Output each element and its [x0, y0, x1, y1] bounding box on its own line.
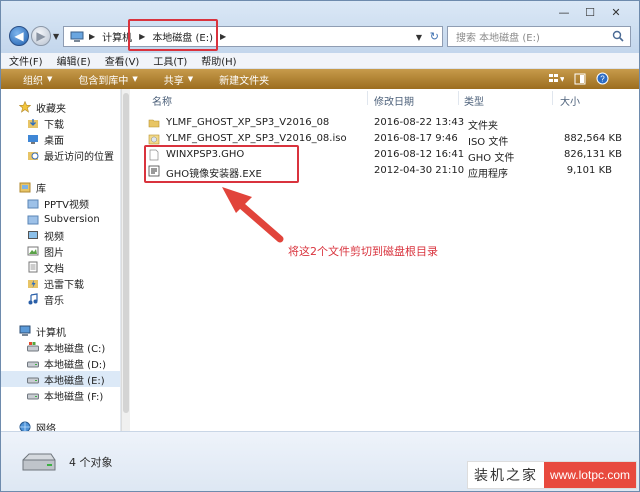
sidebar-item-label: Subversion [44, 213, 100, 225]
sidebar-item-label: 音乐 [44, 295, 64, 307]
star-icon [19, 101, 31, 113]
menu-file[interactable]: 文件(F) [9, 53, 43, 68]
sidebar-item-label: 文档 [44, 263, 64, 275]
sidebar-item-label: 本地磁盘 (E:) [44, 375, 105, 387]
organize-label: 组织 [23, 75, 43, 87]
back-button[interactable]: ◀ [9, 26, 29, 46]
sidebar-item-label: 本地磁盘 (C:) [44, 343, 106, 355]
library-folder-icon [27, 199, 39, 209]
help-icon[interactable]: ? [596, 72, 609, 85]
minimize-button[interactable]: — [551, 4, 577, 20]
menu-edit[interactable]: 编辑(E) [57, 53, 91, 68]
command-toolbar: 组织▼ 包含到库中▼ 共享▼ 新建文件夹 ▼ ? [1, 69, 639, 89]
drive-icon [27, 377, 39, 384]
back-arrow-icon: ◀ [14, 29, 24, 43]
svg-text:?: ? [600, 75, 605, 84]
music-note-icon [28, 293, 38, 305]
file-list: 名称 修改日期 类型 大小 YLMF_GHOST_XP_SP3_V2016_08… [130, 89, 639, 431]
explorer-window: — ☐ ✕ ◀ ▶ ▼ ▶ 计算机 ▶ 本地磁盘 (E:) ▶ ▼ ↻ 搜索 本… [0, 0, 640, 492]
address-highlight-box [128, 19, 218, 51]
desktop-icon [28, 135, 38, 144]
caret-down-icon: ▼ [132, 75, 138, 83]
library-folder-icon [27, 215, 39, 225]
scrollbar-thumb[interactable] [123, 93, 129, 413]
watermark-logo: 装机之家 www.lotpc.com [466, 461, 637, 489]
address-bar[interactable]: ▶ 计算机 ▶ 本地磁盘 (E:) ▶ ▼ ↻ [63, 26, 443, 47]
title-bar: — ☐ ✕ ◀ ▶ ▼ ▶ 计算机 ▶ 本地磁盘 (E:) ▶ ▼ ↻ 搜索 本… [1, 1, 639, 53]
caret-down-icon: ▼ [187, 75, 194, 83]
sidebar-item-label: 下载 [44, 119, 64, 131]
drive-icon [27, 393, 39, 400]
history-dropdown-icon[interactable]: ▼ [53, 32, 59, 41]
organize-button[interactable]: 组织 ▼ [23, 72, 52, 87]
navigation-pane: 收藏夹 下载 桌面 最近访问的位置 库 PPTV视频 Subversion 视频… [1, 89, 121, 435]
watermark-site-name: 装机之家 [473, 468, 538, 484]
thunder-download-icon [28, 280, 38, 288]
watermark-url: www.lotpc.com [543, 462, 636, 488]
drive-large-icon [22, 453, 56, 471]
breadcrumb-separator-icon[interactable]: ▶ [217, 32, 229, 41]
window-controls: — ☐ ✕ [551, 4, 629, 20]
include-library-button[interactable]: 包含到库中 ▼ [78, 72, 137, 87]
annotation-arrow-icon [222, 187, 284, 243]
svg-text:▼: ▼ [560, 76, 564, 83]
sidebar-item-label: 桌面 [44, 135, 64, 147]
sidebar-libraries-label: 库 [36, 183, 46, 195]
menu-tools[interactable]: 工具(T) [153, 53, 187, 68]
new-folder-button[interactable]: 新建文件夹 [219, 72, 269, 87]
address-dropdown-icon[interactable]: ▼ [416, 33, 422, 42]
sidebar-item-label: 视频 [44, 231, 64, 243]
forward-button[interactable]: ▶ [31, 26, 51, 46]
documents-icon [28, 261, 38, 273]
computer-small-icon [64, 27, 86, 46]
preview-pane-icon[interactable] [574, 73, 586, 85]
include-library-label: 包含到库中 [78, 75, 129, 87]
share-label: 共享 [163, 75, 184, 87]
video-icon [28, 231, 38, 239]
sidebar-favorites-label: 收藏夹 [36, 103, 66, 115]
maximize-button[interactable]: ☐ [577, 4, 603, 20]
view-controls: ▼ ? [548, 72, 609, 85]
pictures-icon [27, 246, 39, 256]
menu-bar: 文件(F) 编辑(E) 查看(V) 工具(T) 帮助(H) [1, 53, 639, 69]
annotation-text: 将这2个文件剪切到磁盘根目录 [288, 245, 438, 258]
search-icon[interactable] [612, 30, 624, 42]
view-options-icon[interactable]: ▼ [548, 73, 564, 85]
sidebar-item-label: 最近访问的位置 [44, 151, 114, 163]
downloads-folder-icon [28, 119, 38, 128]
sidebar-item-label: 本地磁盘 (D:) [44, 359, 107, 371]
caret-down-icon: ▼ [47, 75, 53, 83]
search-placeholder: 搜索 本地磁盘 (E:) [456, 33, 540, 44]
object-count: 4 个对象 [69, 456, 113, 469]
windows-drive-icon [27, 342, 39, 352]
breadcrumb-separator-icon[interactable]: ▶ [86, 32, 98, 41]
recent-places-icon [28, 152, 39, 160]
sidebar-item-label: 迅雷下载 [44, 279, 84, 291]
share-button[interactable]: 共享 ▼ [164, 72, 193, 87]
refresh-icon[interactable]: ↻ [430, 30, 439, 43]
sidebar-item-label: 本地磁盘 (F:) [44, 391, 104, 403]
sidebar-scrollbar[interactable] [121, 89, 130, 431]
forward-arrow-icon: ▶ [36, 29, 46, 43]
library-icon [19, 182, 31, 193]
menu-help[interactable]: 帮助(H) [201, 53, 236, 68]
sidebar-item-drive-e[interactable]: 本地磁盘 (E:) [1, 371, 120, 387]
close-button[interactable]: ✕ [603, 4, 629, 20]
sidebar-computer-label: 计算机 [36, 327, 66, 339]
search-input[interactable]: 搜索 本地磁盘 (E:) [447, 26, 631, 47]
drive-icon [27, 361, 39, 368]
computer-icon [19, 325, 31, 336]
sidebar-item-label: PPTV视频 [44, 199, 90, 211]
sidebar-item-label: 图片 [44, 247, 64, 259]
menu-view[interactable]: 查看(V) [105, 53, 140, 68]
